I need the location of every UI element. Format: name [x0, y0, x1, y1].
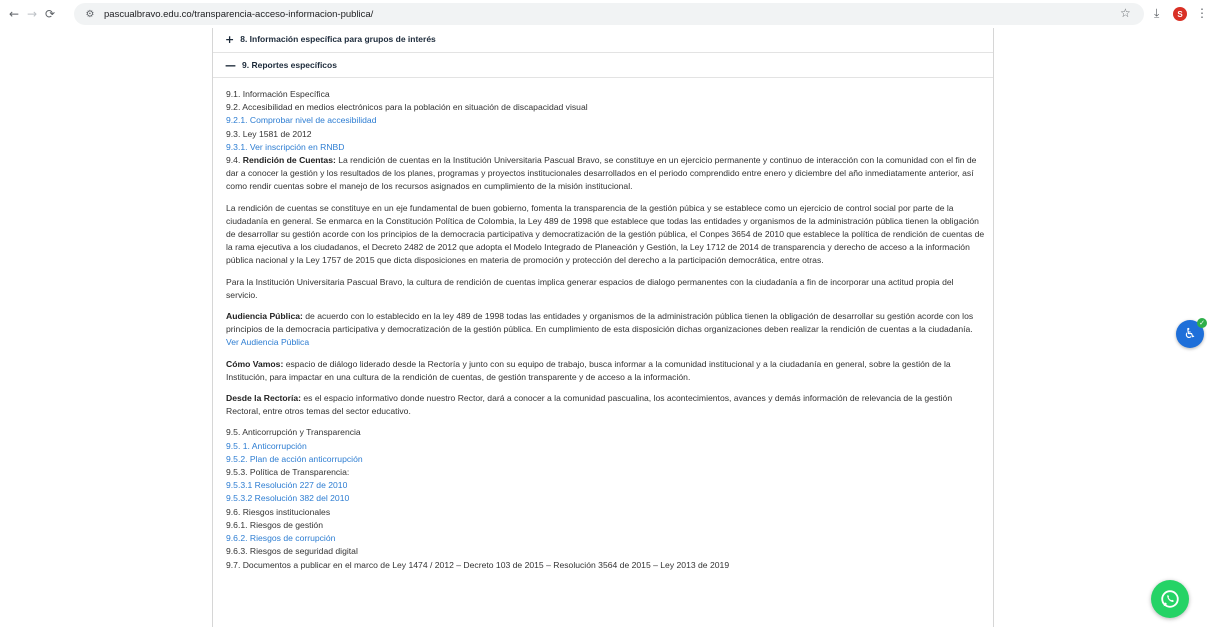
accordion-item-9-title: 9. Reportes específicos: [242, 60, 337, 70]
desde-rectoria-paragraph: Desde la Rectoría: es el espacio informa…: [226, 392, 986, 418]
site-settings-icon[interactable]: ⚙: [84, 8, 96, 20]
list-item: 9.6. Riesgos institucionales: [226, 506, 331, 517]
audiencia-paragraph: Audiencia Pública: de acuerdo con lo est…: [226, 310, 986, 336]
list-item: 9.6.3. Riesgos de seguridad digital: [226, 546, 358, 557]
browser-menu-icon[interactable]: ⋮: [1196, 6, 1207, 20]
whatsapp-chat-button[interactable]: [1151, 580, 1189, 618]
list-item: 9.2. Accesibilidad en medios electrónico…: [226, 102, 588, 113]
list-item: 9.6.1. Riesgos de gestión: [226, 519, 323, 530]
check-badge-icon: ✓: [1197, 318, 1207, 328]
url-text[interactable]: pascualbravo.edu.co/transparencia-acceso…: [104, 9, 373, 20]
anticorrupcion-link[interactable]: 9.5. 1. Anticorrupción: [226, 440, 986, 453]
accordion-item-9[interactable]: — 9. Reportes específicos: [213, 52, 993, 78]
como-vamos-text: espacio de diálogo liderado desde la Rec…: [226, 358, 951, 382]
culture-paragraph: Para la Institución Universitaria Pascua…: [226, 276, 954, 300]
desde-rectoria-heading: Desde la Rectoría:: [226, 393, 301, 404]
list-item: 9.3. Ley 1581 de 2012: [226, 128, 312, 139]
browser-toolbar: ← → ⟳ ⚙ pascualbravo.edu.co/transparenci…: [0, 0, 1207, 28]
download-icon[interactable]: ⤓: [1154, 6, 1159, 21]
list-item: 9.5. Anticorrupción y Transparencia: [226, 427, 361, 438]
rendicion-heading: Rendición de Cuentas:: [242, 155, 336, 166]
plan-anticorrupcion-link[interactable]: 9.5.2. Plan de acción anticorrupción: [226, 453, 986, 466]
resolucion-227-link[interactable]: 9.5.3.1 Resolución 227 de 2010: [226, 479, 986, 492]
rendicion-paragraph: 9.4. Rendición de Cuentas: La rendición …: [226, 154, 986, 194]
rendicion-text: La rendición de cuentas en la Institució…: [226, 155, 977, 192]
expand-plus-icon: +: [225, 32, 235, 46]
forward-arrow-icon[interactable]: →: [24, 6, 40, 22]
rnbd-inscription-link[interactable]: 9.3.1. Ver inscripción en RNBD: [226, 141, 986, 154]
resolucion-382-link[interactable]: 9.5.3.2 Resolución 382 del 2010: [226, 492, 986, 505]
address-bar[interactable]: ⚙ pascualbravo.edu.co/transparencia-acce…: [74, 3, 1144, 25]
accessibility-check-link[interactable]: 9.2.1. Comprobar nivel de accesibilidad: [226, 114, 986, 127]
list-item: 9.7. Documentos a publicar en el marco d…: [226, 559, 730, 570]
section-9-body: 9.1. Información Específica 9.2. Accesib…: [226, 88, 986, 572]
back-arrow-icon[interactable]: ←: [6, 6, 22, 22]
accessibility-icon: ♿: [1183, 326, 1197, 342]
audiencia-text: de acuerdo con lo establecido en la ley …: [226, 311, 974, 335]
audiencia-heading: Audiencia Pública:: [226, 311, 303, 322]
content-column: + 8. Información específica para grupos …: [212, 28, 994, 627]
audiencia-publica-link[interactable]: Ver Audiencia Pública: [226, 336, 986, 349]
bookmark-star-icon[interactable]: ☆: [1120, 6, 1131, 20]
profile-avatar[interactable]: S: [1173, 7, 1187, 21]
rendicion-number: 9.4.: [226, 155, 243, 166]
collapse-minus-icon: —: [225, 58, 236, 72]
desde-rectoria-text: es el espacio informativo donde nuestro …: [226, 393, 953, 417]
accordion-item-8-title: 8. Información específica para grupos de…: [240, 34, 436, 44]
como-vamos-paragraph: Cómo Vamos: espacio de diálogo liderado …: [226, 358, 986, 384]
accordion-item-8[interactable]: + 8. Información específica para grupos …: [213, 28, 993, 50]
como-vamos-heading: Cómo Vamos:: [226, 358, 284, 369]
list-item: 9.1. Información Específica: [226, 89, 330, 99]
rendicion-context-paragraph: La rendición de cuentas se constituye en…: [226, 202, 985, 266]
whatsapp-icon: [1161, 590, 1179, 608]
riesgos-corrupcion-link[interactable]: 9.6.2. Riesgos de corrupción: [226, 532, 986, 545]
list-item: 9.5.3. Política de Transparencia:: [226, 467, 350, 478]
reload-icon[interactable]: ⟳: [42, 6, 58, 22]
